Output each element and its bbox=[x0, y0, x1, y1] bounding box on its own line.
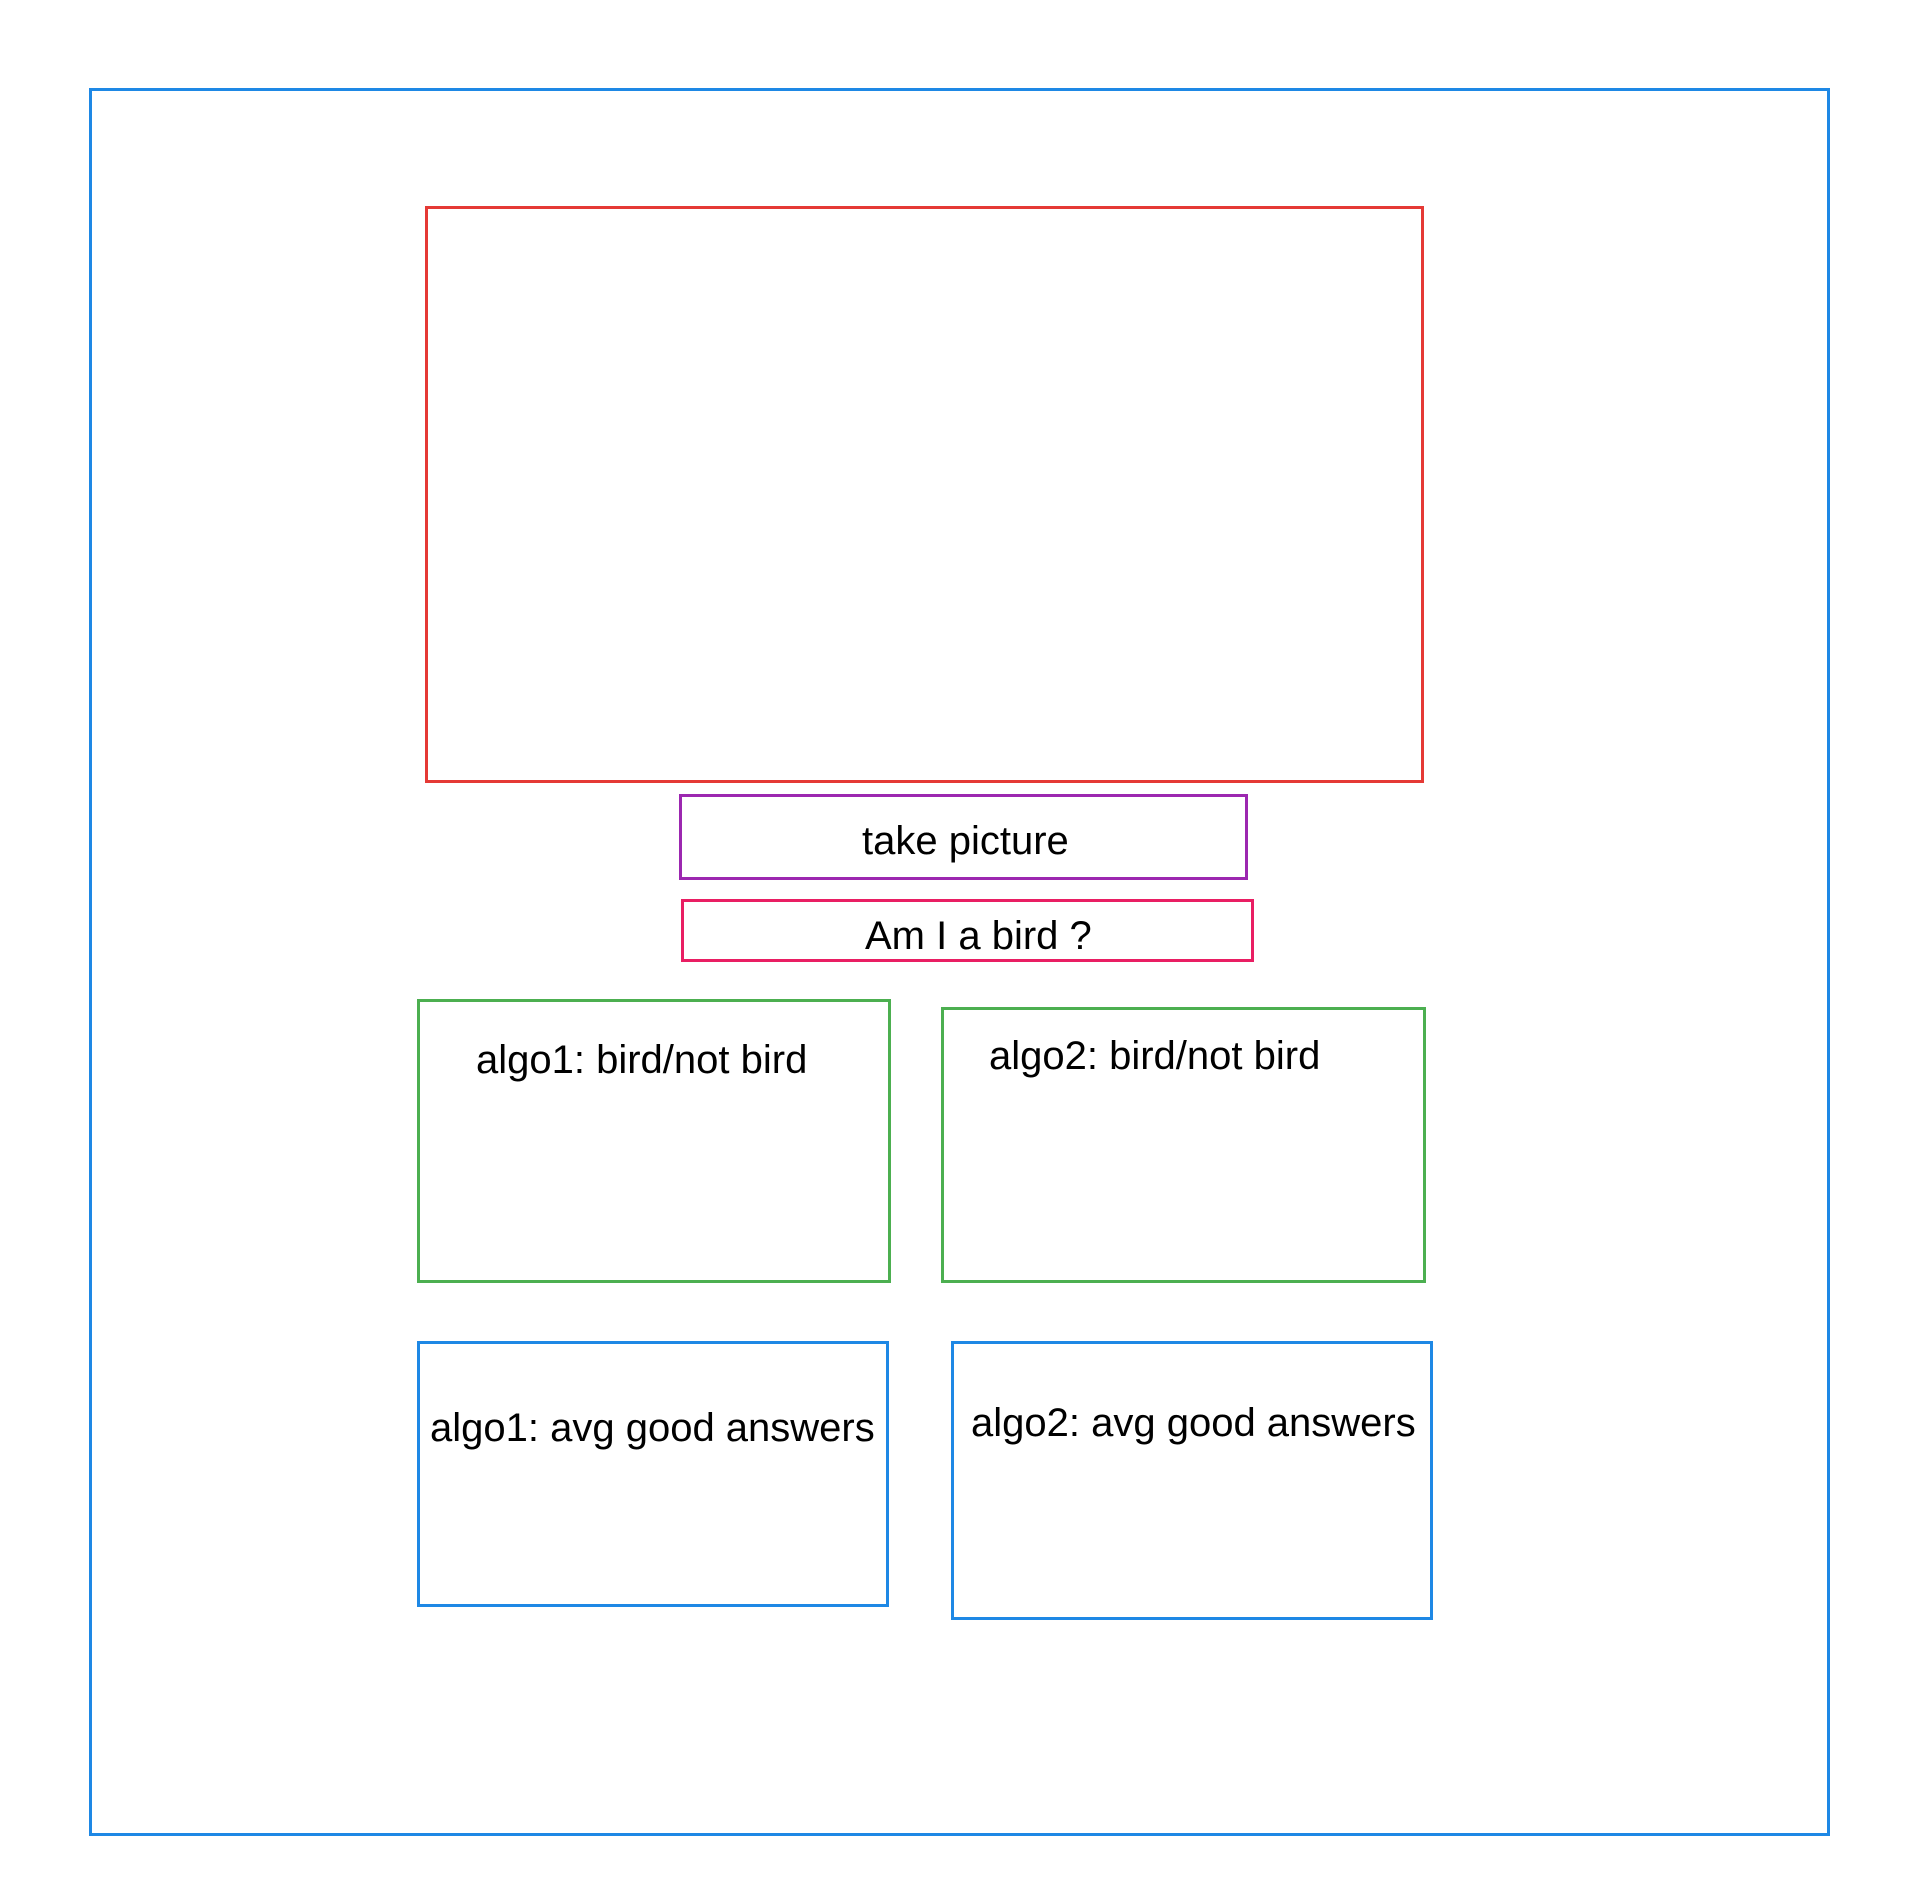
am-i-a-bird-label: Am I a bird ? bbox=[865, 914, 1092, 958]
algo1-result-label: algo1: bird/not bird bbox=[476, 1038, 808, 1082]
algo2-result-label: algo2: bird/not bird bbox=[989, 1034, 1321, 1078]
algo1-avg-good-answers-box: algo1: avg good answers bbox=[417, 1341, 889, 1607]
algo2-avg-good-answers-box: algo2: avg good answers bbox=[951, 1341, 1433, 1620]
algo2-result-box: algo2: bird/not bird bbox=[941, 1007, 1426, 1283]
algo2-avg-good-answers-label: algo2: avg good answers bbox=[971, 1401, 1416, 1445]
camera-preview bbox=[425, 206, 1424, 783]
take-picture-label: take picture bbox=[862, 819, 1069, 863]
algo1-result-box: algo1: bird/not bird bbox=[417, 999, 891, 1283]
take-picture-button[interactable]: take picture bbox=[679, 794, 1248, 880]
am-i-a-bird-button[interactable]: Am I a bird ? bbox=[681, 899, 1254, 962]
algo1-avg-good-answers-label: algo1: avg good answers bbox=[430, 1406, 875, 1450]
